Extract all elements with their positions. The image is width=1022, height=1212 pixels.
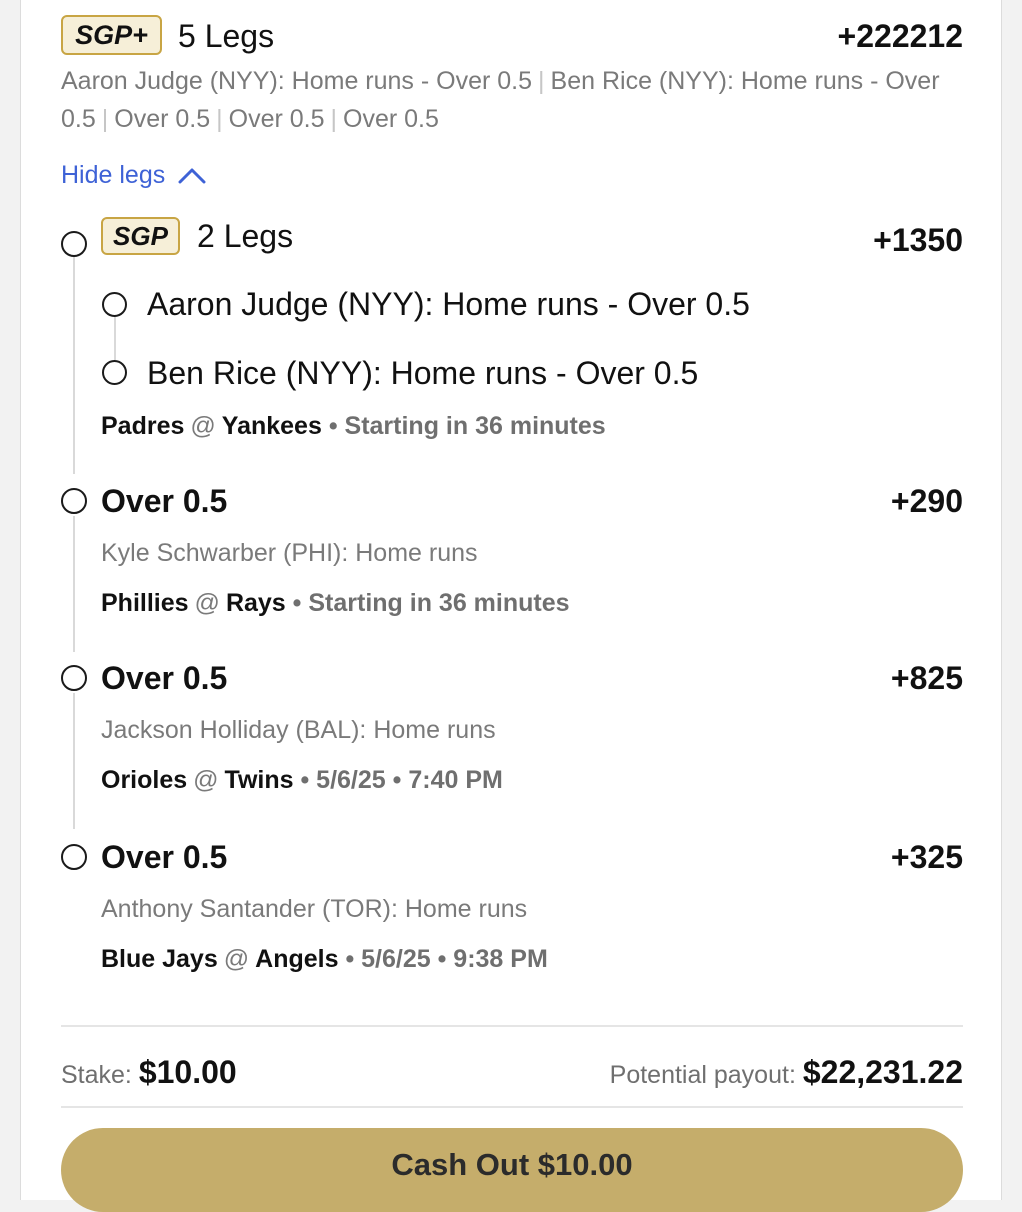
cash-out-button[interactable]: Cash Out $10.00	[61, 1128, 963, 1212]
at-symbol: @	[190, 412, 216, 440]
sub-leg-text: Ben Rice (NYY): Home runs - Over 0.5	[147, 355, 699, 391]
divider	[61, 1025, 963, 1027]
hide-legs-toggle[interactable]: Hide legs	[61, 156, 207, 194]
leg-odds: +290	[890, 483, 963, 519]
sub-leg-text: Aaron Judge (NYY): Home runs - Over 0.5	[147, 286, 750, 322]
away-team: Padres	[101, 412, 185, 440]
at-symbol: @	[194, 589, 220, 617]
leg-status-indicator	[61, 488, 87, 514]
timeline-line	[73, 256, 75, 474]
stake: Stake: $10.00	[61, 1052, 237, 1095]
sub-leg-status-indicator	[102, 292, 127, 317]
leg-odds: +825	[890, 660, 963, 696]
bet-card: SGP+ 5 Legs +222212 Aaron Judge (NYY): H…	[20, 0, 1002, 1212]
bet-odds: +222212	[837, 18, 963, 54]
player-market: Anthony Santander (TOR): Home runs	[101, 895, 528, 923]
game-time: • Starting in 36 minutes	[292, 589, 570, 617]
game-time: • 5/6/25 • 9:38 PM	[345, 945, 548, 973]
summary-separator: |	[330, 105, 338, 133]
leg-title: Over 0.5	[101, 839, 228, 875]
sgp-plus-badge: SGP+	[61, 15, 162, 55]
leg-title: Over 0.5	[101, 660, 228, 696]
legs-summary: Aaron Judge (NYY): Home runs - Over 0.5 |…	[61, 62, 941, 138]
summary-item: Over 0.5	[343, 105, 439, 133]
game-info: Phillies @ Rays • Starting in 36 minutes	[101, 586, 570, 620]
leg-title: Over 0.5	[101, 483, 228, 519]
sub-leg-status-indicator	[102, 360, 127, 385]
away-team: Blue Jays	[101, 945, 218, 973]
away-team: Phillies	[101, 589, 189, 617]
leg-status-indicator	[61, 665, 87, 691]
away-team: Orioles	[101, 766, 188, 794]
sub-timeline-line	[114, 316, 116, 360]
game-info: Blue Jays @ Angels • 5/6/25 • 9:38 PM	[101, 942, 548, 976]
home-team: Twins	[224, 766, 294, 794]
divider	[61, 1106, 963, 1108]
payout-value: $22,231.22	[802, 1054, 963, 1090]
at-symbol: @	[193, 766, 219, 794]
summary-separator: |	[538, 67, 545, 95]
summary-separator: |	[216, 105, 223, 133]
home-team: Angels	[255, 945, 339, 973]
summary-item: Aaron Judge (NYY): Home runs - Over 0.5	[61, 67, 533, 95]
summary-separator: |	[101, 105, 109, 133]
leg-status-indicator	[61, 844, 87, 870]
player-market: Jackson Holliday (BAL): Home runs	[101, 716, 496, 744]
game-time: • 5/6/25 • 7:40 PM	[300, 766, 503, 794]
at-symbol: @	[223, 945, 250, 973]
potential-payout: Potential payout: $22,231.22	[610, 1052, 963, 1095]
player-market: Kyle Schwarber (PHI): Home runs	[101, 539, 478, 567]
timeline-line	[73, 516, 75, 652]
home-team: Rays	[225, 589, 286, 617]
leg-odds: +1350	[873, 222, 963, 258]
sgp-badge: SGP	[101, 217, 180, 255]
game-info: Orioles @ Twins • 5/6/25 • 7:40 PM	[101, 763, 503, 797]
summary-item: Over 0.5	[228, 105, 325, 133]
bet-title: 5 Legs	[178, 18, 275, 54]
hide-legs-label: Hide legs	[61, 161, 166, 189]
game-time: • Starting in 36 minutes	[328, 412, 606, 440]
stake-value: $10.00	[138, 1054, 237, 1090]
timeline-line	[73, 693, 75, 829]
payout-label: Potential payout:	[609, 1061, 796, 1089]
stake-label: Stake:	[61, 1061, 132, 1089]
summary-item: Over 0.5	[114, 105, 211, 133]
leg-title: 2 Legs	[197, 218, 294, 254]
game-info: Padres @ Yankees • Starting in 36 minutes	[101, 409, 606, 443]
chevron-up-icon	[178, 168, 206, 184]
home-team: Yankees	[221, 412, 322, 440]
leg-odds: +325	[890, 839, 963, 875]
leg-status-indicator	[61, 231, 87, 257]
